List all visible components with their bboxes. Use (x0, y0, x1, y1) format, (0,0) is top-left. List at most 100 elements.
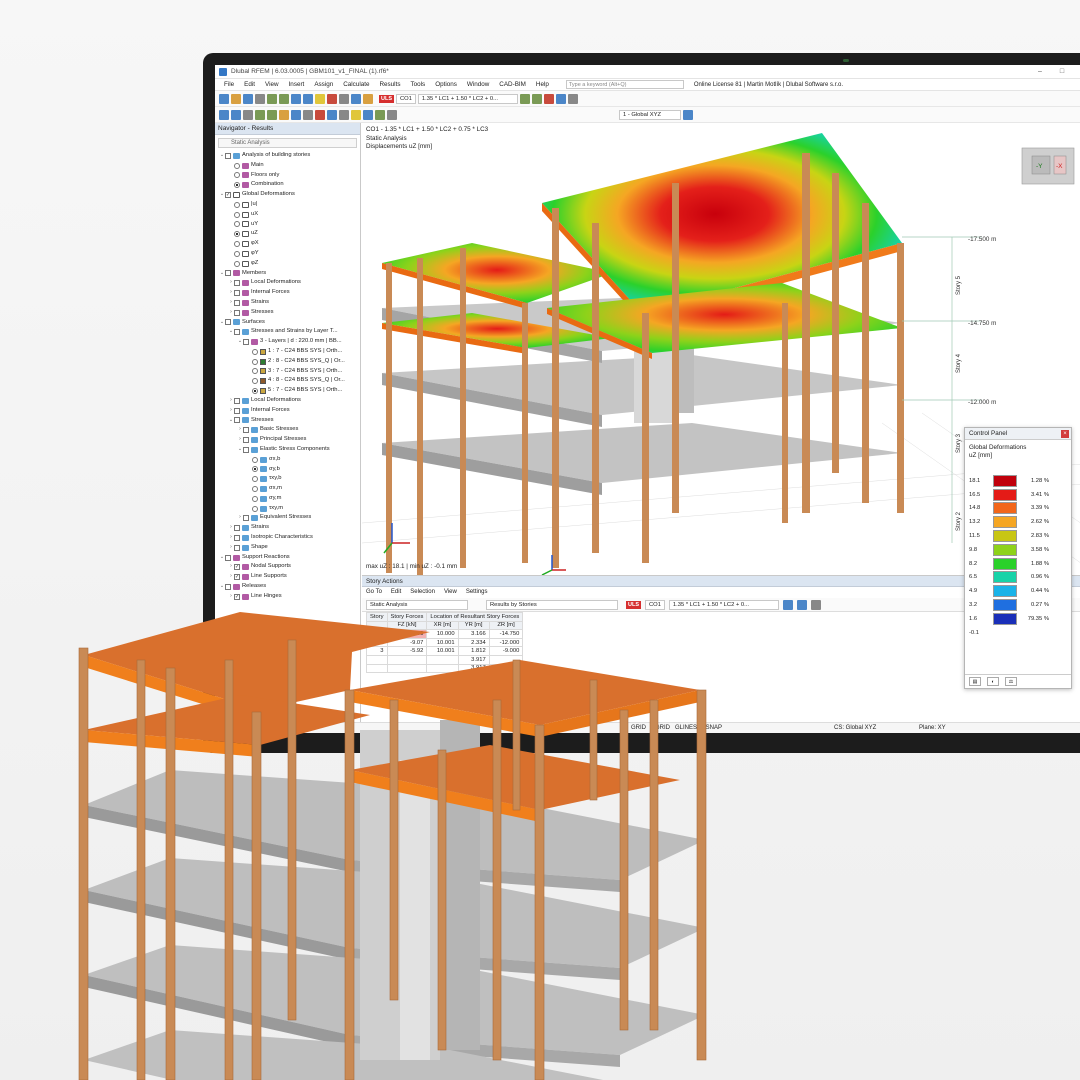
next-icon[interactable] (531, 93, 542, 104)
nav-item[interactable]: ⌄ Elastic Stress Components (215, 445, 360, 455)
view-icon[interactable] (291, 93, 301, 104)
move-icon[interactable] (231, 109, 241, 120)
checkbox[interactable] (225, 319, 231, 326)
section-icon[interactable] (351, 109, 361, 120)
undo-icon[interactable] (267, 93, 277, 104)
print-icon[interactable] (255, 93, 265, 104)
nav-item[interactable]: ⌄ 3 - Layers | d : 220.0 mm | BB... (215, 337, 360, 347)
checkbox[interactable] (225, 270, 231, 277)
radio-button[interactable] (234, 182, 240, 189)
radio-button[interactable] (252, 368, 258, 375)
checkbox[interactable] (243, 427, 249, 434)
checkbox[interactable] (234, 407, 240, 414)
table-row[interactable]: 4 -9.07 10.001 2.334 -12.000 (366, 637, 524, 648)
menu-window[interactable]: Window (462, 81, 494, 88)
filter-icon[interactable] (782, 599, 793, 610)
status-grid[interactable]: GRID (631, 723, 646, 733)
legend-tab-icon[interactable]: ▤ (969, 677, 981, 686)
open-icon[interactable] (231, 93, 241, 104)
nav-item[interactable]: › Internal Forces (215, 406, 360, 416)
checkbox[interactable] (234, 329, 240, 336)
deform-icon[interactable] (543, 93, 554, 104)
nav-item[interactable]: τxy,b (215, 474, 360, 484)
nav-item[interactable]: 2 : 8 - C24 BBS SYS_Q | Or... (215, 357, 360, 367)
grid-icon[interactable] (567, 93, 578, 104)
nav-item[interactable]: › ✓ Line Supports (215, 572, 360, 582)
surface-icon[interactable] (291, 109, 301, 120)
table-row[interactable]: 3.917 (366, 663, 524, 674)
nav-item[interactable]: › ✓ Line Hinges (215, 592, 360, 602)
checkbox[interactable] (234, 534, 240, 541)
results-icon[interactable] (327, 93, 337, 104)
radio-button[interactable] (234, 172, 240, 179)
render-icon[interactable] (375, 109, 385, 120)
columns-icon[interactable] (810, 599, 821, 610)
nav-item[interactable]: › Local Deformations (215, 278, 360, 288)
results-by-select[interactable]: Results by Stories (486, 599, 618, 610)
minimize-button[interactable]: – (1029, 68, 1051, 76)
nav-item[interactable]: ⌄ Support Reactions (215, 553, 360, 563)
support-icon[interactable] (315, 109, 325, 120)
nav-item[interactable]: φY (215, 249, 360, 259)
checkbox[interactable] (243, 515, 249, 522)
checkbox[interactable]: ✓ (234, 574, 240, 581)
nav-item[interactable]: ⌄ Members (215, 269, 360, 279)
nav-item[interactable]: 3 : 7 - C24 BBS SYS | Orth... (215, 367, 360, 377)
menu-go-to[interactable]: Go To (366, 587, 382, 598)
radio-button[interactable] (234, 250, 240, 257)
menu-edit[interactable]: Edit (239, 81, 260, 88)
checkbox[interactable]: ✓ (234, 564, 240, 571)
nav-item[interactable]: ⌄ ✓ Global Deformations (215, 190, 360, 200)
export-icon[interactable] (796, 599, 807, 610)
nav-item[interactable]: ⌄ Analysis of building stories (215, 151, 360, 161)
radio-button[interactable] (234, 201, 240, 208)
table-co-select[interactable]: CO1 (645, 599, 665, 610)
radio-button[interactable] (234, 241, 240, 248)
menu-insert[interactable]: Insert (284, 81, 310, 88)
status-osnap[interactable]: OSNAP (701, 723, 722, 733)
radio-button[interactable] (252, 456, 258, 463)
menu-settings[interactable]: Settings (466, 587, 488, 598)
menu-options[interactable]: Options (430, 81, 462, 88)
nav-item[interactable]: σy,b (215, 465, 360, 475)
cs-icon[interactable] (683, 109, 693, 120)
menu-cad-bim[interactable]: CAD-BIM (494, 81, 531, 88)
table-analysis-select[interactable]: Static Analysis (366, 599, 468, 610)
nav-item[interactable]: › Shape (215, 543, 360, 553)
checkbox[interactable] (234, 417, 240, 424)
radio-button[interactable] (252, 378, 258, 385)
prev-icon[interactable] (519, 93, 530, 104)
nav-item[interactable]: › Principal Stresses (215, 435, 360, 445)
menu-view[interactable]: View (260, 81, 284, 88)
nav-item[interactable]: uZ (215, 229, 360, 239)
checkbox[interactable] (234, 280, 240, 287)
nav-item[interactable]: › Stresses (215, 308, 360, 318)
measure-icon[interactable] (339, 109, 349, 120)
nav-item[interactable]: σx,m (215, 484, 360, 494)
nav-item[interactable]: ⌄ Stresses and Strains by Layer T... (215, 327, 360, 337)
menu-calculate[interactable]: Calculate (338, 81, 374, 88)
menu-help[interactable]: Help (531, 81, 554, 88)
nav-item[interactable]: σy,m (215, 494, 360, 504)
solid-icon[interactable] (303, 109, 313, 120)
checkbox[interactable] (234, 309, 240, 316)
hinge-icon[interactable] (327, 109, 337, 120)
combination-select[interactable]: 1.35 * LC1 + 1.50 * LC2 + 0... (417, 93, 518, 104)
wire-icon[interactable] (387, 109, 397, 120)
radio-button[interactable] (234, 260, 240, 267)
nav-item[interactable]: |u| (215, 200, 360, 210)
menu-selection[interactable]: Selection (410, 587, 435, 598)
save-icon[interactable] (243, 93, 253, 104)
nav-item[interactable]: φX (215, 239, 360, 249)
search-input[interactable]: Type a keyword (Alt+Q) (565, 80, 684, 89)
checkbox[interactable] (234, 299, 240, 306)
nav-item[interactable]: › Basic Stresses (215, 425, 360, 435)
nav-item[interactable]: Main (215, 161, 360, 171)
radio-button[interactable] (252, 505, 258, 512)
close-button[interactable]: ✕ (1073, 68, 1080, 76)
menu-edit-table[interactable]: Edit (391, 587, 401, 598)
co-select[interactable]: CO1 (396, 93, 416, 104)
member-icon[interactable] (279, 109, 289, 120)
nav-item[interactable]: › Isotropic Characteristics (215, 533, 360, 543)
radio-button[interactable] (252, 485, 258, 492)
